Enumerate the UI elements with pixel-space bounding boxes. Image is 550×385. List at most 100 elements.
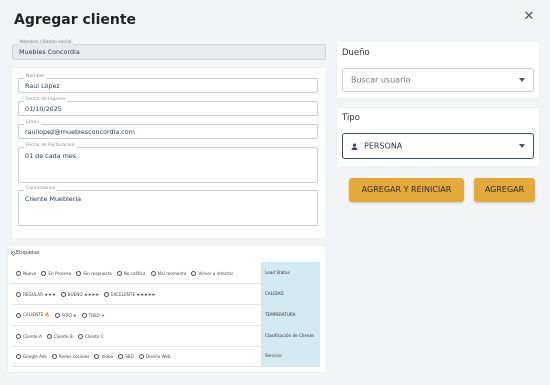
chevron-down-icon	[519, 78, 525, 82]
add-button[interactable]: AGREGAR	[474, 178, 535, 202]
tag-options: Google Ads Redes sociales Video SEO Diseño W…	[16, 345, 171, 367]
comentarios-value: Cliente Muebleria	[25, 195, 82, 203]
tag-option-label: TIBIO ☀	[88, 312, 105, 318]
fecha-facturacion-label: Fecha de Facturacion	[24, 143, 77, 149]
tag-option[interactable]: REGULAR ★★★	[16, 291, 56, 297]
radio-icon[interactable]	[150, 270, 156, 276]
radio-icon[interactable]	[104, 291, 110, 297]
tag-option[interactable]: BUENO ★★★★	[60, 291, 100, 297]
tag-option[interactable]: Nuevo	[16, 270, 36, 276]
tag-category: Lead Status	[261, 262, 320, 284]
comentarios-label: Comentarios	[24, 186, 58, 192]
tag-row: Nuevo En Proceso Sin respuesta No califica M…	[12, 262, 320, 284]
type-label: Tipo	[342, 113, 360, 123]
tag-row: CALIENTE 🔥 FRÍO ❄ TIBIO ☀ TEMPERATURA	[12, 304, 320, 326]
tag-option-label: Video	[101, 353, 114, 359]
razon-social-label: Nombre / Razón social	[18, 40, 74, 46]
tag-category: Servicio	[261, 345, 320, 367]
tag-option[interactable]: FRÍO ❄	[54, 312, 77, 318]
tag-category: CALIDAD	[261, 283, 320, 305]
radio-icon[interactable]	[16, 270, 21, 276]
radio-icon[interactable]	[191, 270, 197, 276]
tag-category: TEMPERATURA	[261, 304, 320, 326]
tag-option[interactable]: Diseño Web	[138, 353, 171, 359]
tag-option-label: En Proceso	[48, 270, 72, 276]
tags-title: Etiquetas	[16, 250, 40, 256]
radio-icon[interactable]	[116, 270, 122, 276]
close-icon[interactable]: ✕	[522, 10, 536, 24]
tag-option-label: Cliente A	[23, 333, 42, 339]
tag-option[interactable]: Cliente B	[46, 333, 73, 339]
radio-icon[interactable]	[16, 312, 21, 318]
tag-option-label: Google Ads	[23, 353, 47, 359]
radio-icon[interactable]	[16, 353, 21, 359]
tag-option[interactable]: Cliente A	[16, 333, 42, 339]
fecha-facturacion-field[interactable]: Fecha de Facturacion 01 de cada mes	[18, 143, 318, 183]
tag-option-label: Volver a intentar	[198, 270, 234, 276]
email-field[interactable]: Email raullopez@mueblesconcordia.com	[18, 120, 318, 139]
tag-option[interactable]: Cliente C	[77, 333, 104, 339]
tag-option[interactable]: Volver a intentar	[191, 270, 234, 276]
tag-option[interactable]: Mal momento	[150, 270, 187, 276]
radio-icon[interactable]	[16, 333, 21, 339]
tag-row: REGULAR ★★★ BUENO ★★★★ EXCELENTE ★★★★★ CALI…	[12, 283, 320, 305]
fecha-ingreso-field[interactable]: Fecha de Ingreso 01/10/2025	[18, 97, 318, 116]
type-select[interactable]: PERSONA	[342, 133, 534, 159]
tag-option[interactable]: Redes sociales	[51, 353, 89, 359]
tag-option[interactable]: SEO	[118, 353, 134, 359]
add-and-reset-button[interactable]: AGREGAR Y REINICIAR	[349, 178, 464, 202]
tag-option[interactable]: CALIENTE 🔥	[16, 312, 50, 318]
tag-option-label: Sin respuesta	[83, 270, 112, 276]
add-client-dialog: Agregar cliente ✕ Nombre / Razón social …	[0, 0, 550, 385]
radio-icon[interactable]	[60, 291, 66, 297]
person-icon	[351, 143, 358, 150]
nombre-label: Nombre	[24, 74, 47, 80]
tag-option[interactable]: TIBIO ☀	[81, 312, 105, 318]
fecha-ingreso-value: 01/10/2025	[25, 105, 62, 113]
radio-icon[interactable]	[41, 270, 47, 276]
radio-icon[interactable]	[138, 353, 144, 359]
fecha-facturacion-value: 01 de cada mes	[25, 152, 77, 160]
tag-category: Clasificación de Cliente	[261, 325, 320, 347]
tag-options: Nuevo En Proceso Sin respuesta No califica M…	[16, 262, 233, 284]
tag-option-label: Cliente B	[53, 333, 73, 339]
owner-placeholder: Buscar usuario	[351, 75, 411, 85]
email-label: Email	[24, 120, 41, 126]
tag-option-label: BUENO ★★★★	[67, 291, 100, 297]
radio-icon[interactable]	[46, 333, 52, 339]
comentarios-field[interactable]: Comentarios Cliente Muebleria	[18, 186, 318, 226]
fecha-ingreso-label: Fecha de Ingreso	[24, 97, 68, 103]
radio-icon[interactable]	[94, 353, 100, 359]
tag-option[interactable]: Sin respuesta	[76, 270, 112, 276]
radio-icon[interactable]	[81, 312, 87, 318]
radio-icon[interactable]	[51, 353, 57, 359]
nombre-field[interactable]: Nombre Raul López	[18, 74, 318, 93]
radio-icon[interactable]	[16, 291, 21, 297]
tag-row: Google Ads Redes sociales Video SEO Diseño W…	[12, 345, 320, 367]
razon-social-field: Nombre / Razón social Muebles Concordia	[12, 40, 326, 60]
radio-icon[interactable]	[54, 312, 60, 318]
dialog-title: Agregar cliente	[14, 12, 137, 28]
tag-option[interactable]: No califica	[116, 270, 146, 276]
tag-row: Cliente A Cliente B Cliente C Clasificación…	[12, 325, 320, 347]
radio-icon[interactable]	[118, 353, 124, 359]
tag-option-label: REGULAR ★★★	[23, 291, 56, 297]
tag-option-label: FRÍO ❄	[61, 312, 77, 318]
tag-option[interactable]: Google Ads	[16, 353, 47, 359]
radio-icon[interactable]	[77, 333, 83, 339]
email-value: raullopez@mueblesconcordia.com	[25, 128, 135, 136]
tag-options: CALIENTE 🔥 FRÍO ❄ TIBIO ☀	[16, 304, 105, 326]
owner-select[interactable]: Buscar usuario	[342, 68, 534, 92]
type-value: PERSONA	[364, 141, 403, 151]
tag-option-label: CALIENTE 🔥	[23, 312, 50, 317]
tag-option[interactable]: En Proceso	[41, 270, 72, 276]
tag-option[interactable]: EXCELENTE ★★★★★	[104, 291, 155, 297]
chevron-down-icon	[519, 144, 525, 148]
tag-option-label: Cliente C	[84, 333, 104, 339]
razon-social-value: Muebles Concordia	[19, 48, 80, 56]
tag-option-label: SEO	[125, 353, 134, 359]
tag-option[interactable]: Video	[94, 353, 114, 359]
radio-icon[interactable]	[76, 270, 82, 276]
tag-option-label: Diseño Web	[145, 353, 171, 359]
tag-option-label: Mal momento	[157, 270, 187, 276]
